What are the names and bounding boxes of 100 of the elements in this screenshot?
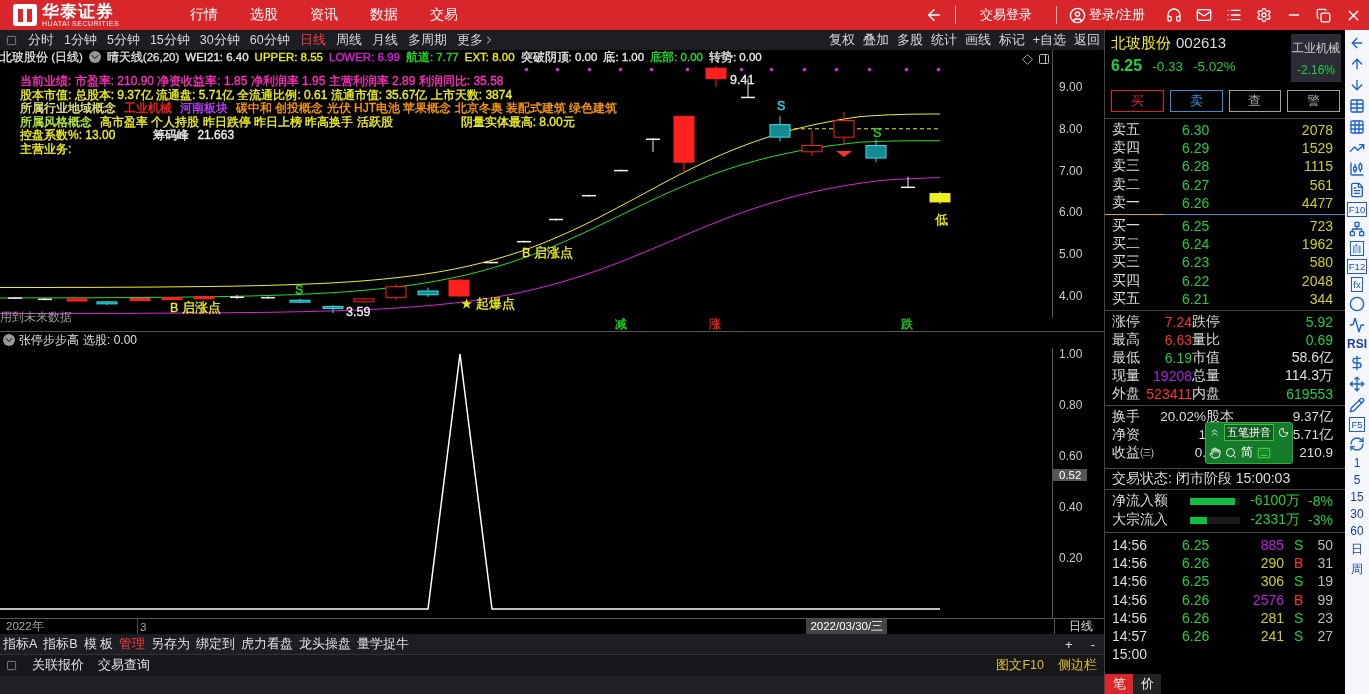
chart-tool-button[interactable]: 多股 <box>892 31 927 49</box>
stat-label: 最低 <box>1112 348 1140 367</box>
period-tab[interactable]: 分时 <box>23 31 59 49</box>
chart-tool-button[interactable]: 叠加 <box>858 31 893 49</box>
detail-tab[interactable]: 笔 <box>1105 674 1133 694</box>
zoom-button[interactable]: - <box>1081 636 1104 652</box>
period-tab[interactable]: 5分钟 <box>101 31 145 49</box>
indicator-tab[interactable]: 管理 <box>116 635 149 653</box>
trade-button[interactable]: 警 <box>1287 90 1340 112</box>
document-icon[interactable] <box>1348 181 1366 199</box>
sector-change: -2.16% <box>1297 62 1335 77</box>
sidebar-button[interactable]: 60 <box>1350 524 1364 538</box>
indicator-tab[interactable]: 量学捉牛 <box>354 635 413 653</box>
bid-label: 买一 <box>1112 217 1140 236</box>
sidebar-button[interactable]: 15 <box>1350 490 1364 504</box>
diamond-icon[interactable] <box>1022 54 1033 65</box>
sidebar-button[interactable]: F12 <box>1346 259 1368 274</box>
chart-tool-button[interactable]: +自选 <box>1028 31 1070 49</box>
indicator-tab[interactable]: 绑定到 <box>193 635 239 653</box>
sidebar-toggle-icon[interactable] <box>6 34 17 46</box>
sidebar-button[interactable]: 日 <box>1351 541 1363 558</box>
panel-icon[interactable] <box>1038 53 1050 65</box>
sidebar-button[interactable]: RSI <box>1347 337 1367 351</box>
period-tab[interactable]: 30分钟 <box>194 31 245 49</box>
headset-icon[interactable] <box>1166 7 1182 23</box>
wave-icon[interactable] <box>1348 316 1366 334</box>
collapse-icon[interactable] <box>1209 427 1220 439</box>
indicator-tab[interactable]: 指标B <box>40 635 81 653</box>
indicator-tab[interactable]: 指标A <box>0 635 41 653</box>
sector-card[interactable]: 工业机械 -2.16% <box>1291 34 1341 82</box>
hand-icon[interactable] <box>1209 446 1221 459</box>
indicator-tick: 1.00 <box>1059 347 1083 361</box>
chart-tool-button[interactable]: 标记 <box>994 31 1029 49</box>
bottom-link[interactable]: 图文F10 <box>989 657 1051 674</box>
dropdown-icon[interactable] <box>88 51 101 63</box>
price-tick: 8.00 <box>1059 121 1083 136</box>
input-method-bar[interactable]: 五笔拼音 简 <box>1205 421 1293 464</box>
indicator-tab[interactable]: 模 板 <box>80 635 117 653</box>
period-tab[interactable]: 更多 <box>451 31 500 49</box>
mail-icon[interactable] <box>1196 7 1212 23</box>
search-icon[interactable] <box>1225 446 1237 459</box>
period-tab[interactable]: 60分钟 <box>244 31 295 49</box>
sidebar-button[interactable]: fx <box>1351 277 1363 292</box>
nav-item[interactable]: 资讯 <box>310 6 338 24</box>
chart-tool-button[interactable]: 返回 <box>1070 31 1104 49</box>
nav-item[interactable]: 选股 <box>250 6 278 24</box>
menu-icon[interactable] <box>1226 7 1242 23</box>
candle-icon <box>353 297 375 304</box>
sidebar-button[interactable]: 5 <box>1353 473 1361 487</box>
restore-icon[interactable] <box>1316 7 1331 23</box>
period-tab[interactable]: 多周期 <box>402 31 452 49</box>
period-tab[interactable]: 15分钟 <box>144 31 195 49</box>
trade-button[interactable]: 卖 <box>1169 90 1223 112</box>
input-mode-button[interactable]: 五笔拼音 <box>1224 424 1274 442</box>
trade-login-link[interactable]: 交易登录 <box>955 6 1058 24</box>
nav-item[interactable]: 交易 <box>430 6 458 24</box>
trade-button[interactable]: 买 <box>1111 90 1164 112</box>
zoom-button[interactable]: + <box>1056 636 1082 652</box>
moon-icon[interactable] <box>1278 427 1289 439</box>
stat-label: 内盘 <box>1192 384 1220 403</box>
indicator-tab[interactable]: 另存为 <box>148 635 194 653</box>
chart-tool-button[interactable]: 复权 <box>824 31 859 49</box>
move-icon[interactable] <box>1348 375 1366 393</box>
login-button[interactable]: 登录/注册 <box>1069 6 1145 24</box>
sidebar-button[interactable]: F10 <box>1346 202 1368 217</box>
indicator-tab[interactable]: 虎力看盘 <box>238 635 297 653</box>
grid-icon[interactable] <box>1348 118 1366 136</box>
bid-volume: 1962 <box>1301 236 1333 253</box>
pencil-icon[interactable] <box>1348 396 1366 414</box>
table-icon[interactable] <box>1348 97 1366 115</box>
nav-item[interactable]: 数据 <box>370 6 398 24</box>
nav-item[interactable]: 行情 <box>190 6 218 24</box>
sidebar-button[interactable]: 1 <box>1353 456 1361 470</box>
dropdown-icon[interactable] <box>3 334 15 346</box>
tick-volume: 885 <box>1260 536 1284 553</box>
trade-button[interactable]: 查 <box>1228 90 1282 112</box>
chart-tool-button[interactable]: 画线 <box>960 31 995 49</box>
tree-icon[interactable] <box>1348 220 1366 238</box>
sidebar-button[interactable]: F5 <box>1349 417 1365 432</box>
circle-icon[interactable] <box>1348 295 1366 313</box>
bottom-link[interactable]: 关联报价 <box>25 657 91 674</box>
keyboard-icon[interactable] <box>1257 445 1271 460</box>
indicator-tab[interactable]: 龙头操盘 <box>296 635 355 653</box>
sidebar-button[interactable]: 30 <box>1350 507 1364 521</box>
chart-tool-button[interactable]: 统计 <box>926 31 961 49</box>
charset-button[interactable]: 简 <box>1241 444 1253 462</box>
sidebar-button[interactable]: 自 <box>1350 241 1364 256</box>
bottom-link[interactable]: 交易查询 <box>91 657 157 674</box>
candlestick-icon[interactable] <box>1348 160 1366 178</box>
period-tab[interactable]: 周线 <box>330 31 367 49</box>
period-tab[interactable]: 日线 <box>294 31 331 49</box>
period-tab[interactable]: 1分钟 <box>59 31 102 49</box>
bottom-link[interactable]: 侧边栏 <box>1051 657 1104 674</box>
sidebar-button[interactable]: 周 <box>1351 561 1363 578</box>
settings-icon[interactable] <box>1256 7 1272 23</box>
price-change: -0.33 <box>1152 59 1183 74</box>
refresh-icon[interactable] <box>1348 435 1366 453</box>
period-tab[interactable]: 月线 <box>366 31 403 49</box>
detail-tab[interactable]: 价 <box>1133 674 1161 694</box>
panel-toggle-icon[interactable] <box>6 660 17 671</box>
